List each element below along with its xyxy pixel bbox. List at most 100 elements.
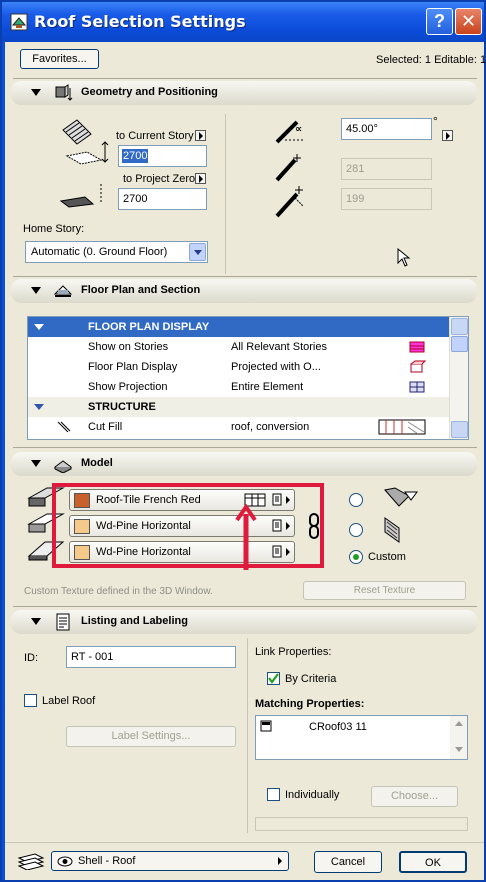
fill-pattern-swatch xyxy=(378,419,426,435)
property-item[interactable]: CRoof03 11 xyxy=(309,717,367,737)
expand-triangle-icon[interactable] xyxy=(34,404,44,410)
angle-popup-button[interactable] xyxy=(442,130,453,141)
model-section-title: Model xyxy=(81,457,113,469)
expand-triangle-icon[interactable] xyxy=(34,324,44,330)
list-row-value: Entire Element xyxy=(231,381,304,393)
scroll-up-arrow-icon[interactable] xyxy=(451,318,468,335)
current-story-offset-field[interactable]: 2700 xyxy=(118,145,207,167)
project-zero-icon xyxy=(59,184,102,208)
list-row-cut-fill[interactable]: Cut Fill roof, conversion xyxy=(28,417,450,437)
list-row-label: Show on Stories xyxy=(88,341,169,353)
label-settings-button[interactable]: Label Settings... xyxy=(66,726,236,747)
thickness-field[interactable]: 281 xyxy=(341,158,432,180)
title-bar[interactable]: Roof Selection Settings ? ✕ xyxy=(2,2,484,42)
model-section-header[interactable]: Model xyxy=(11,452,477,476)
listing-section-header[interactable]: Listing and Labeling xyxy=(11,610,477,634)
chain-link-icon[interactable] xyxy=(307,512,321,540)
collapse-triangle-icon[interactable] xyxy=(31,460,41,467)
to-project-zero-label: to Project Zero xyxy=(123,173,196,185)
dialog-body: Favorites... Selected: 1 Editable: 1 Geo… xyxy=(5,42,486,880)
to-current-story-label: to Current Story xyxy=(116,130,194,142)
id-label: ID: xyxy=(24,652,39,664)
custom-label: Custom xyxy=(368,551,406,563)
close-button[interactable]: ✕ xyxy=(455,8,482,35)
floor-plan-section-header[interactable]: Floor Plan and Section xyxy=(11,279,477,303)
individually-label: Individually xyxy=(285,789,340,801)
floor-plan-settings-list[interactable]: FLOOR PLAN DISPLAY Show on Stories All R… xyxy=(27,316,469,440)
app-icon xyxy=(10,13,28,31)
project-zero-popup-button[interactable] xyxy=(195,173,206,184)
list-header-structure[interactable]: STRUCTURE xyxy=(28,397,450,417)
red-annotation-box xyxy=(52,483,324,568)
divider xyxy=(13,78,477,79)
ok-button[interactable]: OK xyxy=(399,851,467,873)
collapse-triangle-icon[interactable] xyxy=(31,287,41,294)
roof-elevation-icon xyxy=(62,119,109,165)
surface-option-radio-2[interactable] xyxy=(349,523,363,537)
layer-picker[interactable]: Shell - Roof xyxy=(51,851,289,871)
layer-name: Shell - Roof xyxy=(78,855,136,867)
svg-text:∝: ∝ xyxy=(295,124,302,135)
collapse-triangle-icon[interactable] xyxy=(31,89,41,96)
floor-plan-section-title: Floor Plan and Section xyxy=(81,284,201,296)
scroll-up-arrow-icon[interactable] xyxy=(455,721,463,726)
list-row-label: Cut Fill xyxy=(88,421,123,433)
list-header-label: STRUCTURE xyxy=(88,401,156,413)
list-row-label: Floor Plan Display xyxy=(88,361,178,373)
red-annotation-arrow xyxy=(235,504,257,570)
custom-radio[interactable] xyxy=(349,550,363,564)
surface-texture-icon xyxy=(384,517,400,543)
current-story-popup-button[interactable] xyxy=(195,130,206,141)
mouse-cursor-icon xyxy=(397,248,411,267)
edge-offset-field[interactable]: 199 xyxy=(341,188,432,210)
by-criteria-checkbox[interactable] xyxy=(267,672,280,685)
list-header-floor-plan-display[interactable]: FLOOR PLAN DISPLAY xyxy=(28,317,450,337)
model-icon xyxy=(54,460,72,473)
scroll-down-arrow-icon[interactable] xyxy=(451,421,468,438)
property-file-icon xyxy=(260,720,272,732)
list-row-show-on-stories[interactable]: Show on Stories All Relevant Stories xyxy=(28,337,450,357)
project-zero-offset-field[interactable]: 2700 xyxy=(118,188,207,210)
degree-mark: ° xyxy=(433,114,438,128)
eye-icon xyxy=(57,856,73,867)
geometry-section-header[interactable]: Geometry and Positioning xyxy=(11,81,477,105)
divider xyxy=(13,276,477,277)
choose-button[interactable]: Choose... xyxy=(371,786,458,807)
chevron-down-icon[interactable] xyxy=(189,243,206,261)
scroll-thumb[interactable] xyxy=(451,336,468,352)
help-button[interactable]: ? xyxy=(426,8,453,35)
individually-checkbox[interactable] xyxy=(267,788,280,801)
window-title: Roof Selection Settings xyxy=(34,12,246,31)
matching-properties-label: Matching Properties: xyxy=(255,698,365,710)
surface-paint-icon xyxy=(384,487,418,507)
label-roof-label: Label Roof xyxy=(42,695,96,707)
list-row-floor-plan-display[interactable]: Floor Plan Display Projected with O... xyxy=(28,357,450,377)
list-scrollbar[interactable] xyxy=(449,317,468,439)
cancel-button[interactable]: Cancel xyxy=(314,851,382,873)
pitch-angle-field[interactable]: 45.00° xyxy=(341,118,432,140)
projection-icon xyxy=(410,360,426,373)
reset-texture-button[interactable]: Reset Texture xyxy=(303,581,466,600)
id-field[interactable]: RT - 001 xyxy=(66,646,236,668)
list-row-show-projection[interactable]: Show Projection Entire Element xyxy=(28,377,450,397)
label-roof-checkbox[interactable] xyxy=(24,694,37,707)
list-header-label: FLOOR PLAN DISPLAY xyxy=(88,321,210,333)
home-story-select[interactable]: Automatic (0. Ground Floor) xyxy=(25,241,208,263)
roof-pitch-angle-icon: ∝ xyxy=(275,120,303,144)
current-story-offset-value: 2700 xyxy=(122,149,149,163)
property-list-scrollbar[interactable] xyxy=(450,716,467,759)
listing-section-title: Listing and Labeling xyxy=(81,615,188,627)
home-story-value: Automatic (0. Ground Floor) xyxy=(31,246,168,258)
list-row-value: All Relevant Stories xyxy=(231,341,327,353)
chevron-right-icon[interactable] xyxy=(278,857,282,865)
scroll-down-arrow-icon[interactable] xyxy=(455,747,463,752)
checkmark-icon xyxy=(268,673,279,684)
vertical-divider xyxy=(247,638,248,833)
collapse-triangle-icon[interactable] xyxy=(31,618,41,625)
home-story-label: Home Story: xyxy=(23,223,85,235)
list-row-label: Show Projection xyxy=(88,381,168,393)
favorites-button[interactable]: Favorites... xyxy=(20,49,99,69)
matching-properties-list[interactable]: CRoof03 11 xyxy=(255,715,468,760)
geometry-section-title: Geometry and Positioning xyxy=(81,86,218,98)
surface-option-radio-1[interactable] xyxy=(349,493,363,507)
